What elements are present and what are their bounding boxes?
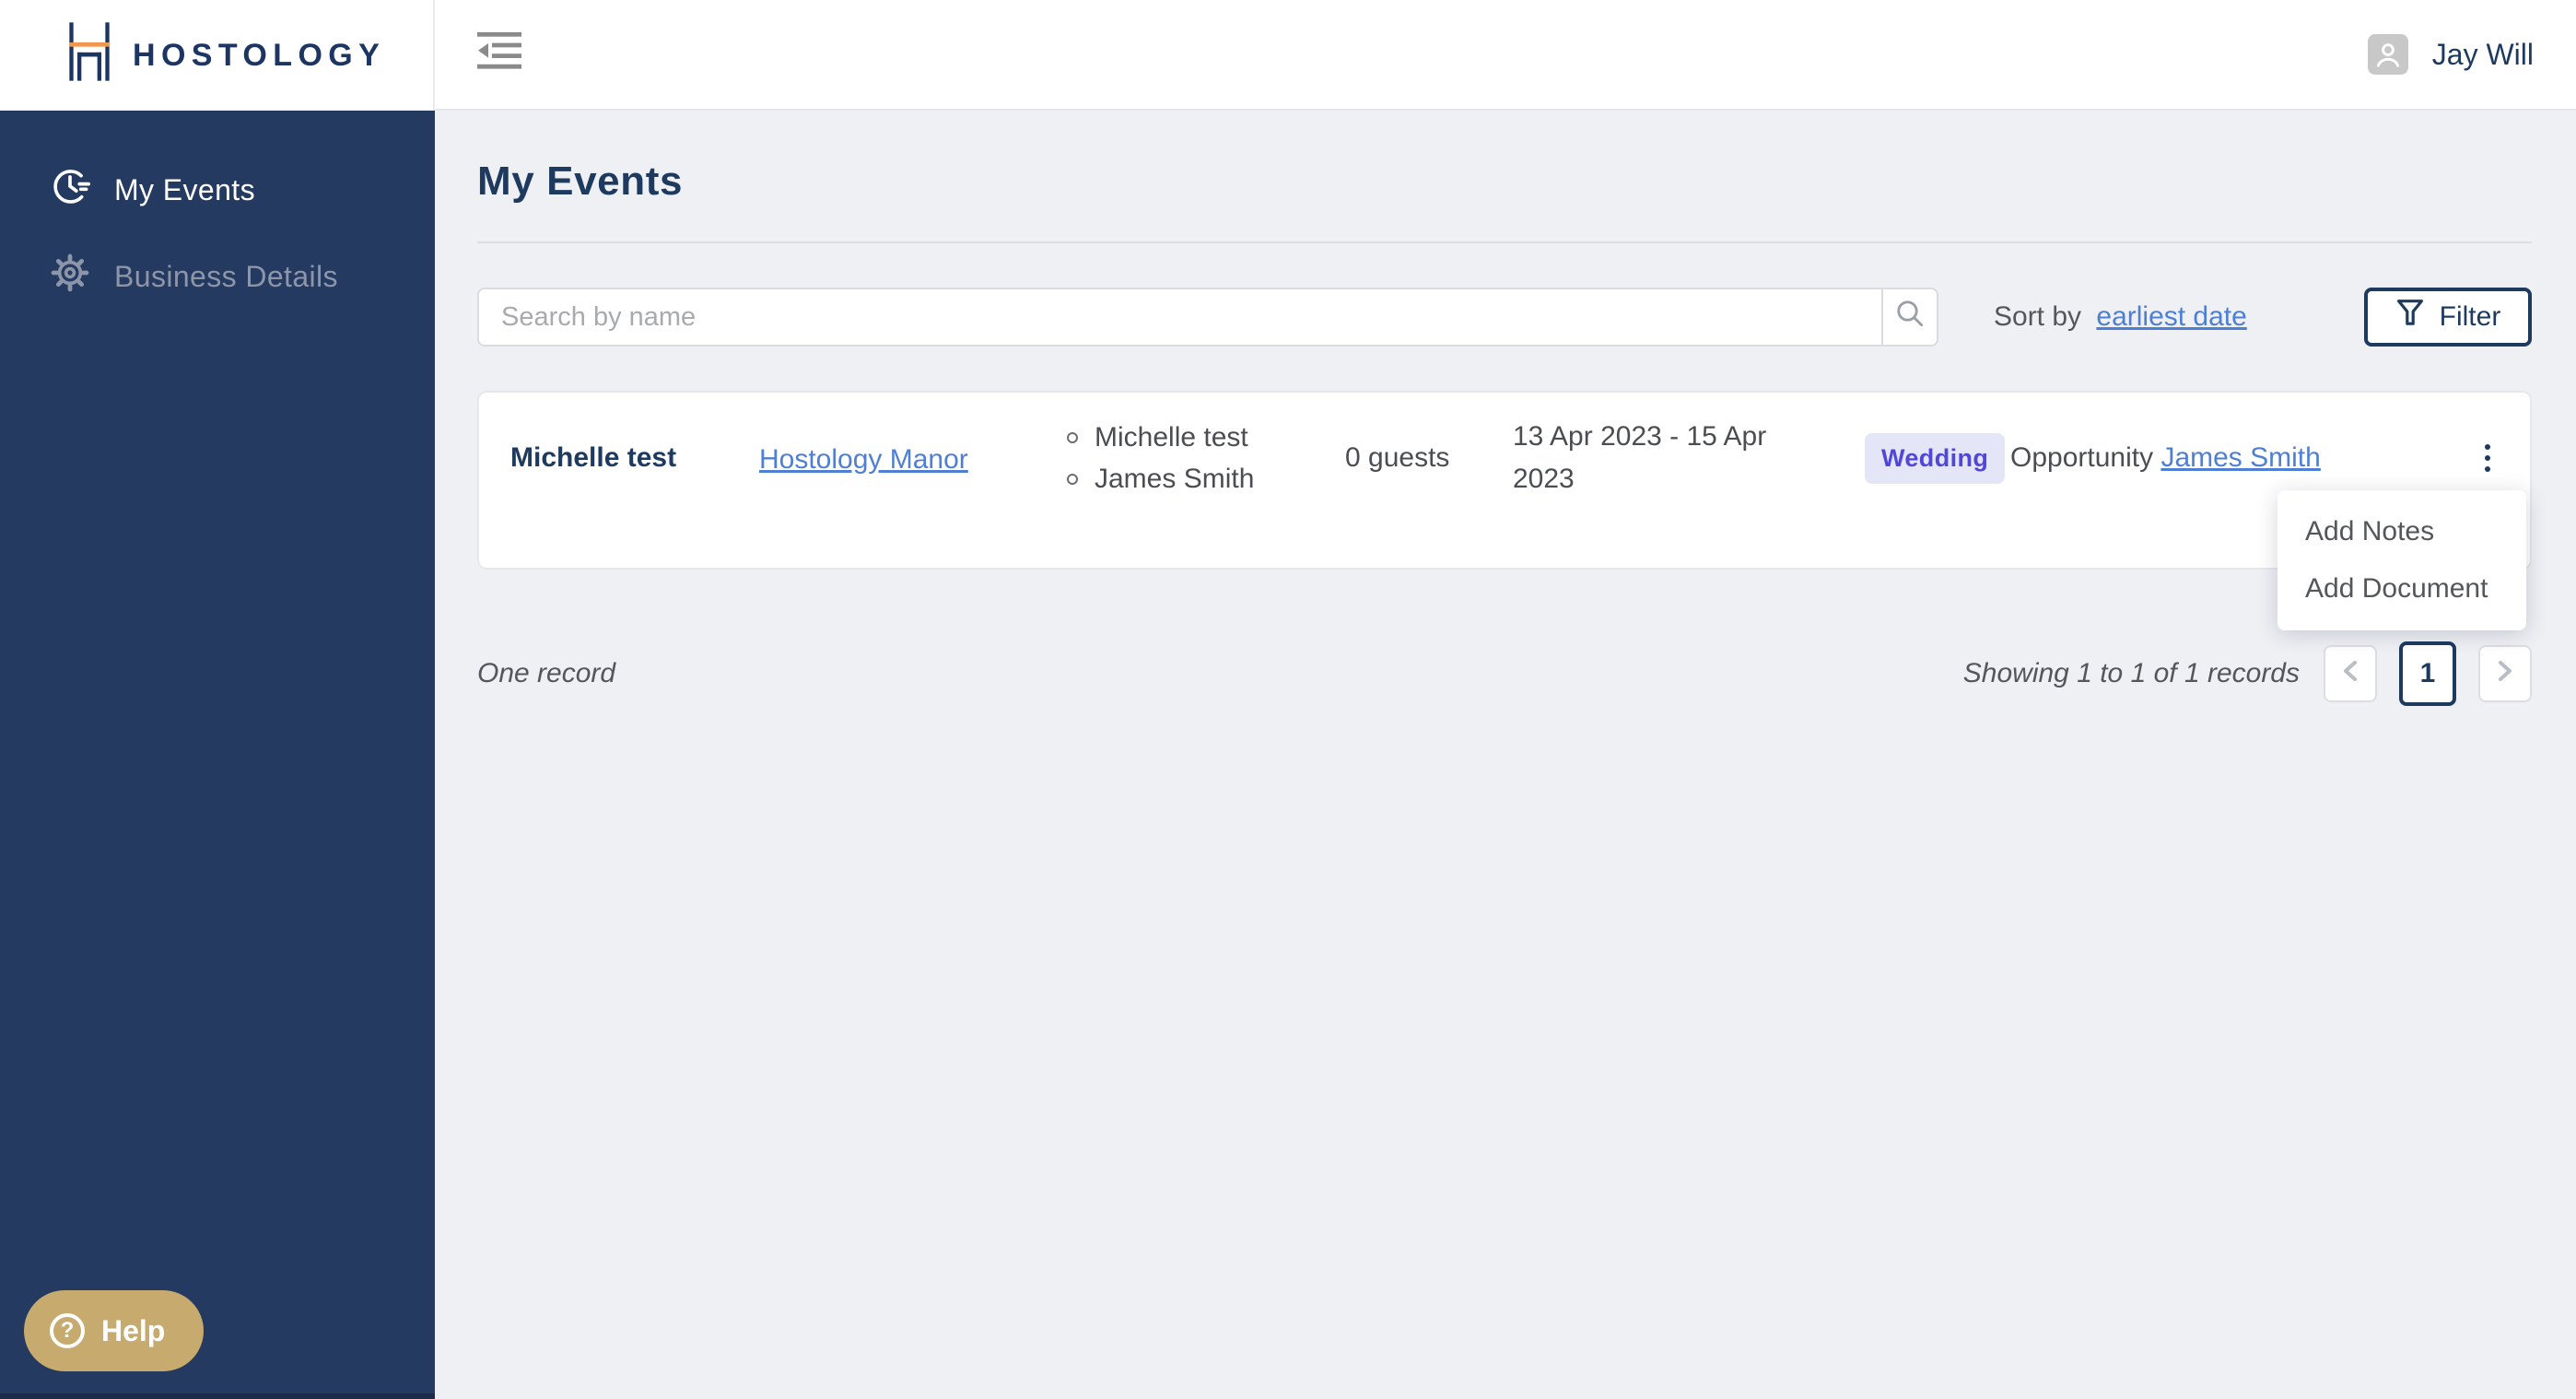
sidebar-item-my-events[interactable]: My Events (0, 153, 435, 227)
event-name: Michelle test (510, 442, 677, 473)
list-footer: One record Showing 1 to 1 of 1 records 1 (477, 641, 2532, 706)
event-contacts: Michelle test James Smith (1067, 417, 1345, 500)
divider (477, 241, 2532, 243)
question-circle-icon: ? (50, 1313, 85, 1348)
bullet-icon (1067, 473, 1078, 485)
collapse-menu-icon (475, 29, 523, 80)
search-button[interactable] (1881, 289, 1937, 345)
user-name: Jay Will (2431, 37, 2534, 71)
next-page-button[interactable] (2478, 645, 2532, 702)
menu-item-add-notes[interactable]: Add Notes (2277, 503, 2526, 560)
event-guests: 0 guests (1345, 442, 1450, 473)
chevron-right-icon (2494, 657, 2516, 691)
opportunity-label: Opportunity (2010, 442, 2154, 473)
sidebar-collapse-button[interactable] (475, 32, 527, 76)
opportunity-contact-link[interactable]: James Smith (2160, 442, 2320, 473)
event-row: Michelle test Hostology Manor Michelle t… (477, 391, 2532, 570)
hostology-logo-icon (66, 18, 112, 92)
contact-name: James Smith (1095, 464, 1255, 494)
header: Jay Will (435, 0, 2576, 111)
page-title: My Events (477, 159, 684, 204)
pagination: Showing 1 to 1 of 1 records 1 (1963, 641, 2532, 706)
row-actions-menu: Add Notes Add Document (2277, 490, 2526, 630)
help-button-label: Help (101, 1313, 166, 1347)
bullet-icon (1067, 431, 1078, 443)
gear-icon (50, 253, 90, 300)
contact-item: Michelle test (1067, 417, 1345, 458)
search-input[interactable] (479, 289, 1881, 345)
record-summary: One record (477, 658, 616, 688)
sidebar-item-label: My Events (114, 172, 255, 206)
menu-item-add-document[interactable]: Add Document (2277, 560, 2526, 617)
prev-page-button[interactable] (2324, 645, 2377, 702)
venue-link[interactable]: Hostology Manor (759, 444, 968, 475)
page-number-button[interactable]: 1 (2399, 641, 2456, 706)
event-dates-cell: 13 Apr 2023 - 15 Apr 2023 (1513, 416, 1865, 500)
event-opportunity: Opportunity James Smith (2010, 442, 2471, 474)
sidebar-nav: My Events Business Details (0, 153, 435, 326)
filter-button[interactable]: Filter (2364, 288, 2532, 347)
chevron-left-icon (2339, 657, 2361, 691)
event-dates: 13 Apr 2023 - 15 Apr 2023 (1513, 421, 1767, 494)
event-type-badge: Wedding (1865, 432, 2006, 484)
filter-button-label: Filter (2439, 301, 2501, 332)
funnel-icon (2395, 297, 2425, 337)
app: My Events Business Details ? Help HOSTOL… (0, 0, 2576, 1399)
event-venue-cell: Hostology Manor (759, 441, 1067, 476)
help-button[interactable]: ? Help (24, 1290, 205, 1371)
sidebar-item-label: Business Details (114, 259, 338, 293)
logo[interactable]: HOSTOLOGY (0, 0, 435, 111)
search-box (477, 288, 1938, 347)
showing-records-text: Showing 1 to 1 of 1 records (1962, 658, 2300, 688)
logo-text: HOSTOLOGY (133, 37, 386, 73)
clock-icon (50, 166, 90, 214)
search-icon (1893, 297, 1926, 337)
row-actions-kebab-icon[interactable] (2471, 437, 2504, 479)
main-content: My Events Sort by earliest date (435, 112, 2576, 1399)
sidebar: My Events Business Details ? Help (0, 0, 435, 1399)
contact-item: James Smith (1067, 458, 1345, 500)
sort-by: Sort by earliest date (1994, 301, 2247, 333)
toolbar: Sort by earliest date Filter (477, 288, 2532, 347)
contact-name: Michelle test (1095, 422, 1248, 453)
avatar (2367, 34, 2408, 75)
sort-by-link[interactable]: earliest date (2096, 301, 2246, 332)
sidebar-item-business-details[interactable]: Business Details (0, 240, 435, 313)
sort-by-label: Sort by (1994, 301, 2082, 332)
event-type-cell: Wedding (1865, 432, 2010, 484)
user-menu[interactable]: Jay Will (2367, 34, 2534, 75)
